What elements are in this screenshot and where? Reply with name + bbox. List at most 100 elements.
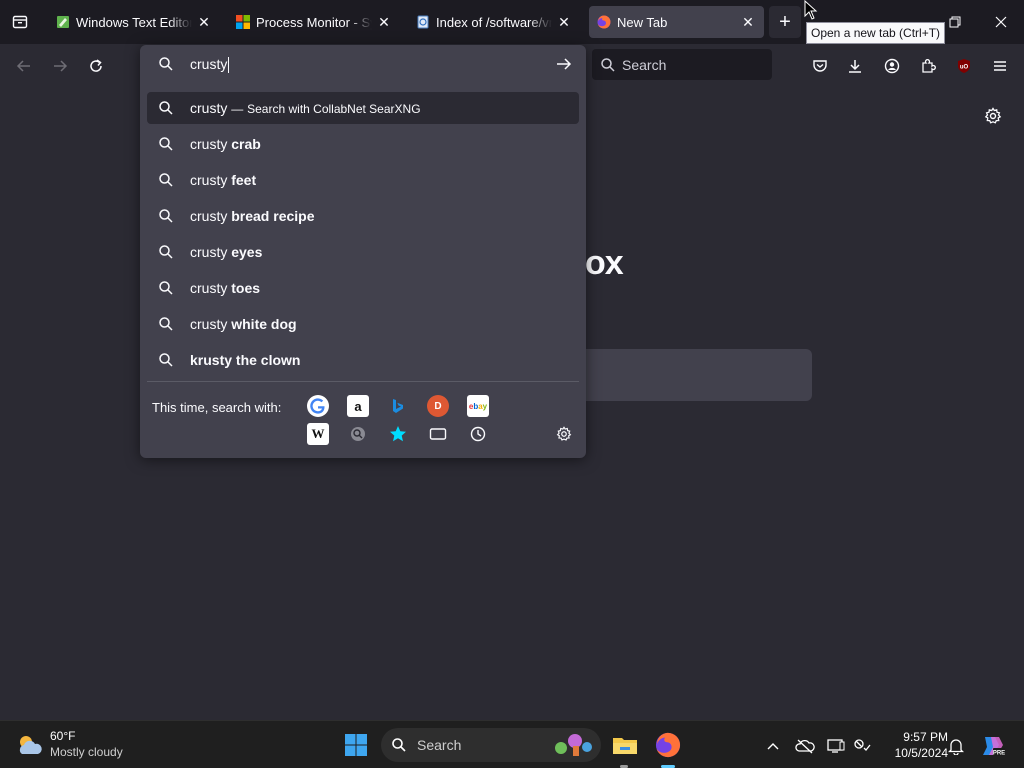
forward-button[interactable]: [46, 52, 74, 80]
show-hidden-icons-button[interactable]: [762, 735, 784, 757]
tabs-engine-button[interactable]: [427, 423, 449, 445]
divider: [147, 381, 579, 382]
weather-widget[interactable]: [14, 729, 46, 761]
search-icon: [159, 317, 173, 331]
tab-new-tab[interactable]: New Tab ✕: [589, 6, 764, 38]
close-tab-icon[interactable]: ✕: [196, 14, 212, 30]
firefox-wordmark: ox: [585, 244, 624, 282]
suggestion-completion: white dog: [231, 316, 297, 332]
amazon-engine-button[interactable]: a: [347, 395, 369, 417]
clock-icon: [470, 426, 486, 442]
file-explorer-taskbar-button[interactable]: [609, 729, 641, 761]
result-query: crusty: [190, 100, 228, 116]
search-suggestion[interactable]: crusty toes: [147, 272, 579, 304]
gear-icon: [984, 107, 1002, 124]
result-engine-text: Search with CollabNet SearXNG: [247, 102, 421, 116]
search-icon: [159, 101, 173, 115]
suggestion-completion: krusty the clown: [190, 352, 301, 368]
tab-index-of-software[interactable]: Index of /software/vme ✕: [408, 6, 580, 38]
account-icon: [884, 58, 900, 74]
downloads-button[interactable]: [841, 52, 869, 80]
ebay-icon: ebay: [468, 401, 488, 411]
page-search-field[interactable]: [560, 349, 812, 401]
cloud-sun-icon: [19, 736, 42, 754]
list-all-tabs-button[interactable]: [6, 8, 34, 36]
hamburger-menu-icon: [994, 61, 1006, 71]
wikipedia-engine-button[interactable]: W: [307, 423, 329, 445]
address-bar[interactable]: crusty: [140, 45, 586, 85]
duckduckgo-engine-button[interactable]: D: [427, 395, 449, 417]
clock-time: 9:57 PM: [903, 730, 948, 744]
notepad-icon: [57, 16, 69, 28]
reload-icon: [90, 59, 102, 72]
app-menu-button[interactable]: [986, 52, 1014, 80]
notifications-button[interactable]: [945, 735, 967, 757]
address-input[interactable]: crusty: [190, 56, 230, 74]
suggestion-prefix: crusty: [190, 316, 232, 332]
suggestion-prefix: crusty: [190, 208, 232, 224]
search-icon: [601, 57, 615, 72]
search-suggestion[interactable]: krusty the clown: [147, 344, 579, 376]
new-tab-button[interactable]: +: [769, 6, 801, 38]
close-window-button[interactable]: [978, 0, 1024, 44]
bookmarks-engine-button[interactable]: [387, 423, 409, 445]
go-arrow-icon[interactable]: [555, 55, 573, 73]
close-tab-icon[interactable]: ✕: [556, 14, 572, 30]
search-icon: [159, 137, 173, 151]
extensions-button[interactable]: [914, 52, 942, 80]
heuristic-search-result[interactable]: crusty — Search with CollabNet SearXNG: [147, 92, 579, 124]
ebay-engine-button[interactable]: ebay: [467, 395, 489, 417]
puzzle-piece-icon: [922, 59, 936, 73]
close-tab-icon[interactable]: ✕: [376, 14, 392, 30]
close-icon: [995, 16, 1007, 28]
bing-icon: [393, 399, 403, 413]
taskbar-search-placeholder: Search: [417, 737, 462, 753]
search-suggestion[interactable]: crusty feet: [147, 164, 579, 196]
clock-date: 10/5/2024: [894, 746, 948, 760]
search-settings-button[interactable]: [553, 423, 575, 445]
close-tab-icon[interactable]: ✕: [740, 14, 756, 30]
start-button[interactable]: [340, 729, 372, 761]
suggestion-prefix: crusty: [190, 172, 232, 188]
search-highlight-icon: [555, 734, 592, 756]
reload-button[interactable]: [82, 52, 110, 80]
search-suggestion[interactable]: crusty crab: [147, 128, 579, 160]
network-volume-tray-icon[interactable]: [851, 735, 873, 757]
search-icon: [159, 353, 173, 367]
monitor-icon: [827, 739, 845, 753]
tab-list-icon: [12, 15, 28, 29]
tab-windows-text-editor[interactable]: Windows Text Editor Fa ✕: [48, 6, 220, 38]
address-input-value: crusty: [190, 56, 228, 72]
history-engine-button[interactable]: [467, 423, 489, 445]
copilot-button[interactable]: PRE: [978, 735, 1006, 757]
taskbar-search-box[interactable]: Search: [381, 728, 601, 762]
onedrive-tray-icon[interactable]: [794, 735, 816, 757]
search-suggestion[interactable]: crusty white dog: [147, 308, 579, 340]
weather-temperature: 60°F: [50, 729, 76, 743]
ublock-origin-button[interactable]: uO: [950, 52, 978, 80]
tab-process-monitor[interactable]: Process Monitor - Sysin ✕: [228, 6, 400, 38]
suggestion-completion: eyes: [231, 244, 263, 260]
restore-icon: [949, 16, 961, 28]
taskbar-clock[interactable]: 9:57 PM 10/5/2024: [876, 729, 948, 761]
pocket-button[interactable]: [806, 52, 834, 80]
tab-title: Windows Text Editor Fa: [76, 14, 192, 30]
tab-title: Index of /software/vme: [436, 14, 552, 30]
account-button[interactable]: [878, 52, 906, 80]
search-suggestion[interactable]: crusty eyes: [147, 236, 579, 268]
suggestion-prefix: crusty: [190, 136, 232, 152]
searxng-engine-button[interactable]: [347, 423, 369, 445]
search-suggestion[interactable]: crusty bread recipe: [147, 200, 579, 232]
display-tray-icon[interactable]: [825, 735, 847, 757]
search-icon: [159, 57, 173, 71]
firefox-taskbar-button[interactable]: [652, 729, 684, 761]
google-engine-button[interactable]: [307, 395, 329, 417]
bing-engine-button[interactable]: [387, 395, 409, 417]
back-button[interactable]: [10, 52, 38, 80]
toolbar-search-box[interactable]: Search: [592, 49, 772, 80]
mouse-cursor-icon: [804, 0, 818, 20]
personalize-new-tab-button[interactable]: [981, 104, 1005, 128]
folder-icon: [613, 738, 637, 754]
suggestion-completion: toes: [231, 280, 261, 296]
forward-arrow-icon: [54, 60, 68, 72]
